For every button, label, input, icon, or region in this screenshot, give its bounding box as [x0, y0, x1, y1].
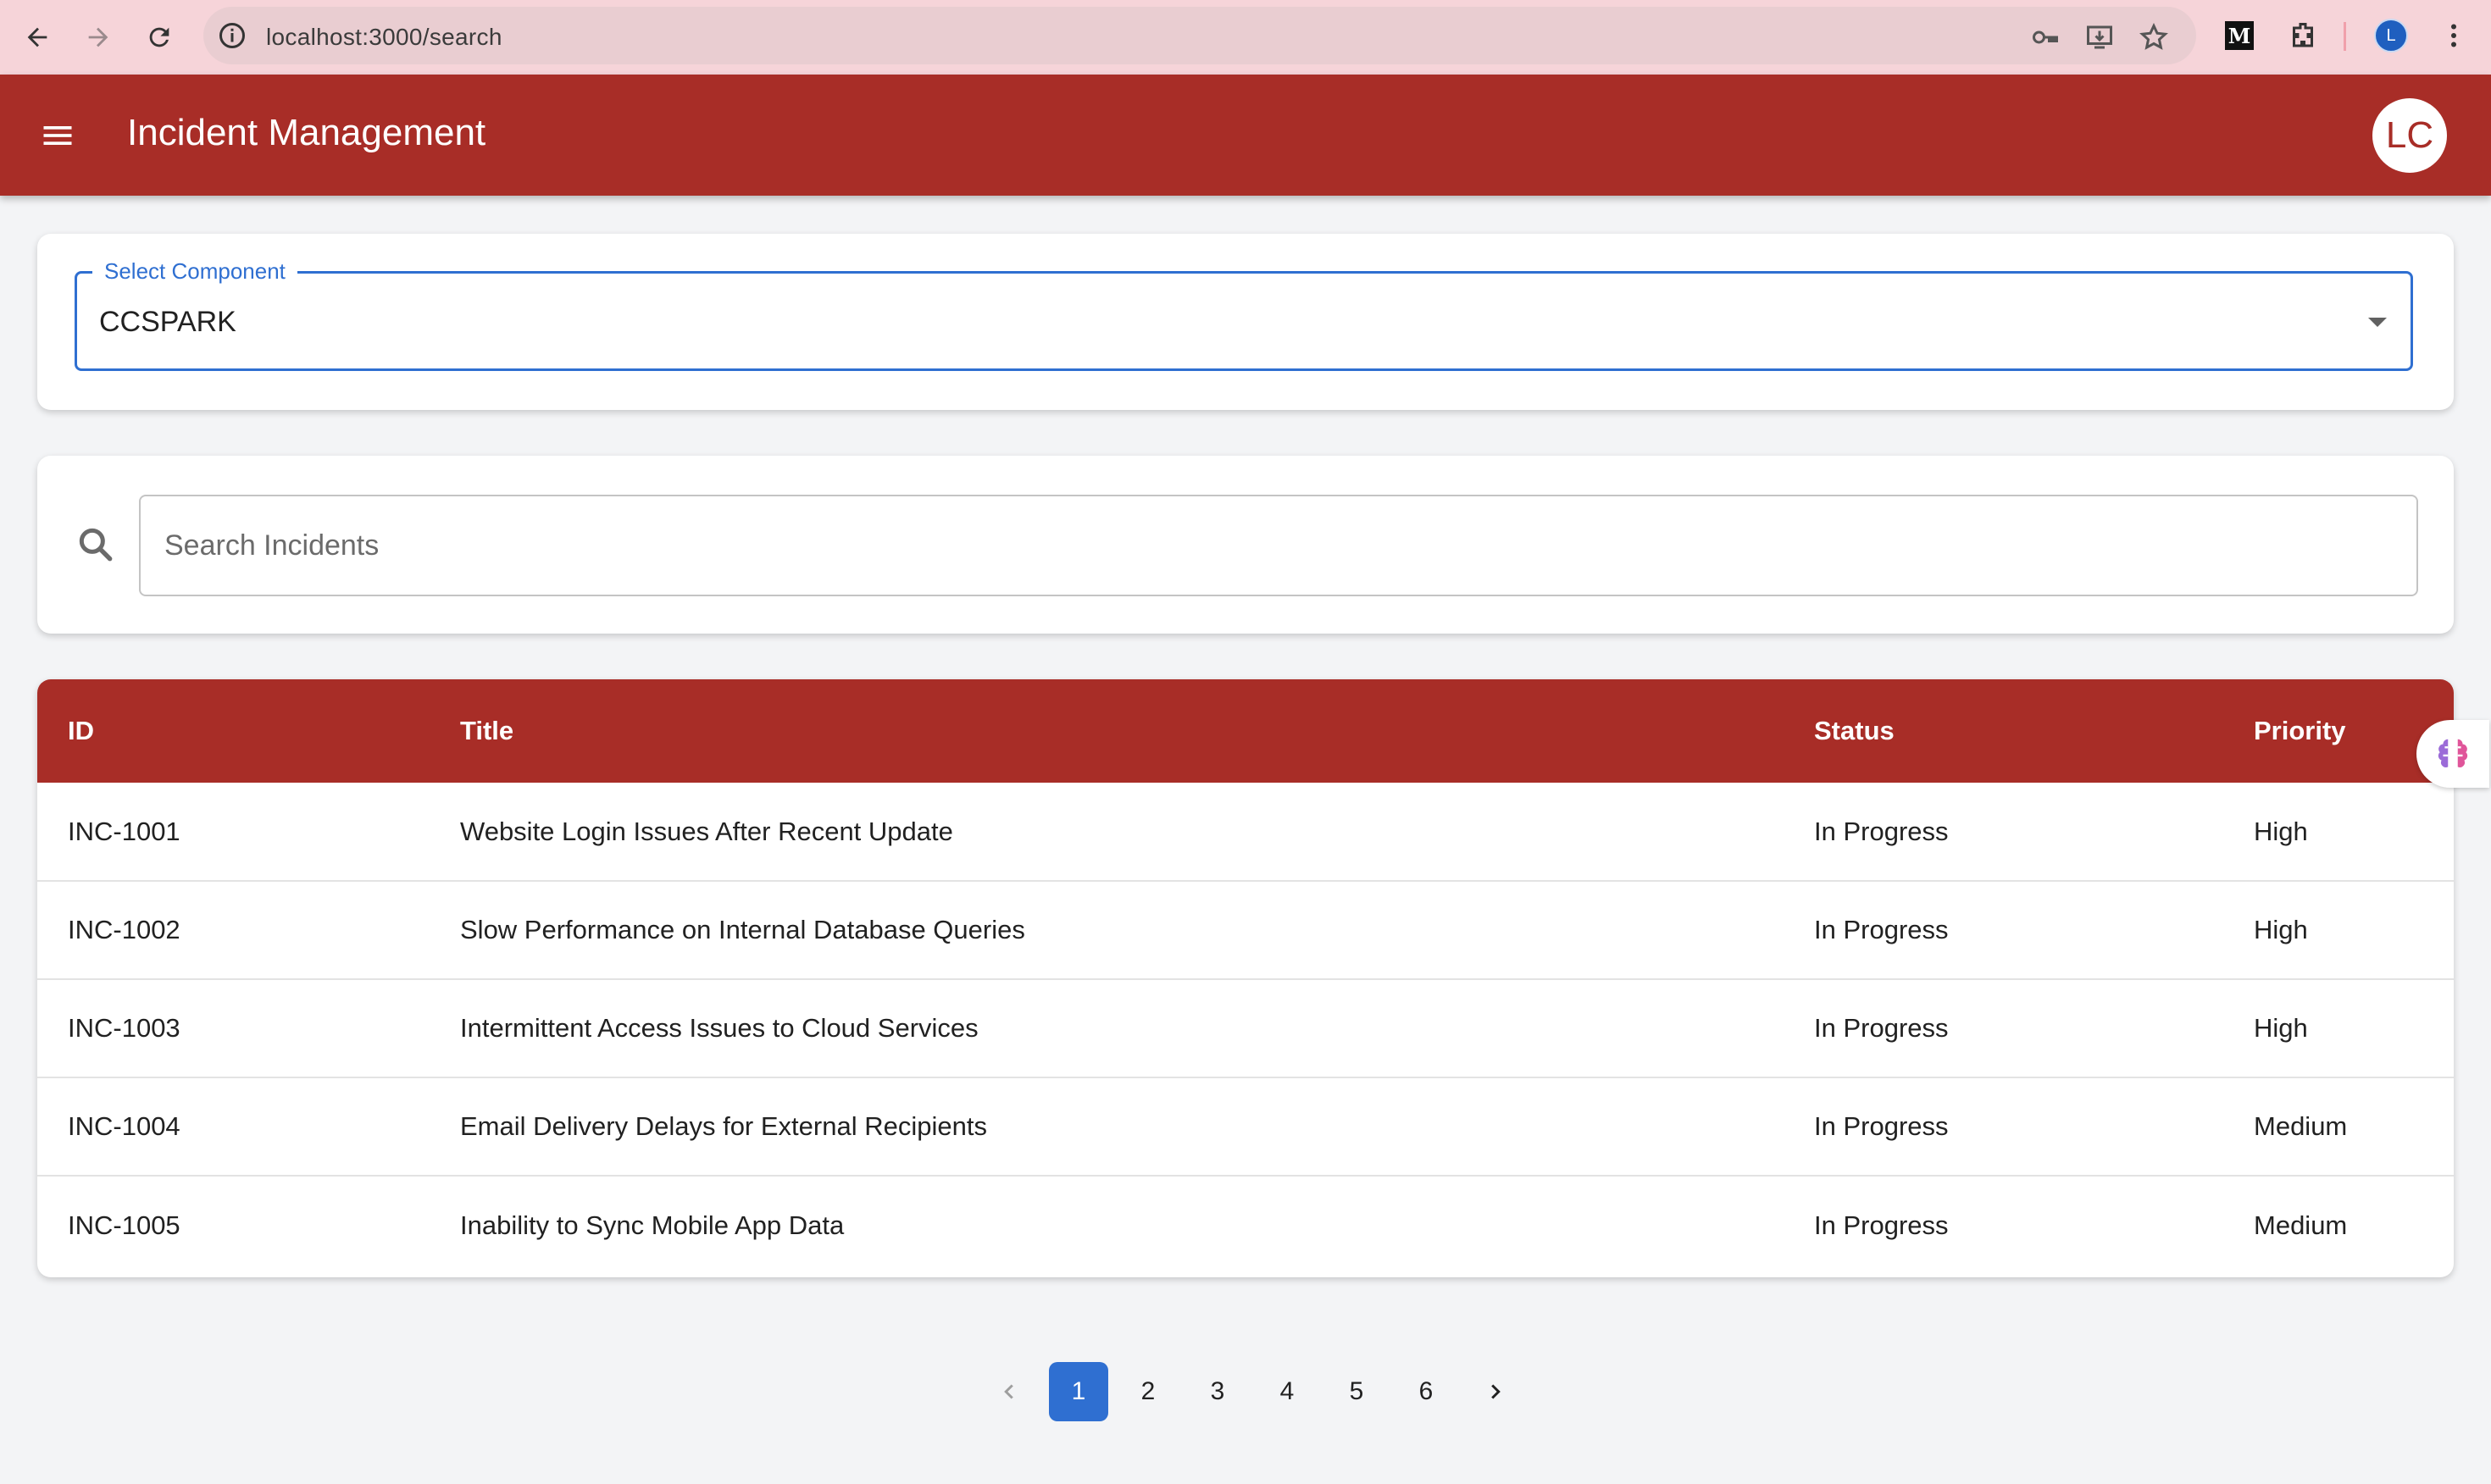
hamburger-menu-icon[interactable]: [39, 117, 76, 154]
cell-priority: High: [2254, 1013, 2308, 1043]
reload-icon: [149, 27, 169, 47]
cell-id: INC-1002: [68, 915, 180, 944]
cell-id: INC-1005: [68, 1210, 180, 1240]
search-card: [37, 456, 2454, 634]
header-title[interactable]: Title: [430, 679, 1784, 783]
more-vert-icon[interactable]: [2437, 19, 2471, 53]
next-page-button[interactable]: [1466, 1362, 1525, 1421]
profile-avatar[interactable]: L: [2374, 19, 2408, 53]
table-header-row: ID Title Status Priority: [37, 679, 2454, 783]
brain-assistant-button[interactable]: [2416, 720, 2489, 788]
page-button-1[interactable]: 1: [1049, 1362, 1108, 1421]
cell-priority: Medium: [2254, 1111, 2348, 1141]
component-select[interactable]: Select Component CCSPARK: [75, 258, 2413, 371]
header-id[interactable]: ID: [37, 679, 430, 783]
cell-title: Slow Performance on Internal Database Qu…: [460, 915, 1025, 944]
cell-priority: High: [2254, 816, 2308, 846]
browser-toolbar: localhost:3000/search M L: [0, 0, 2491, 75]
url-text[interactable]: localhost:3000/search: [266, 24, 502, 51]
incidents-table: ID Title Status Priority INC-1001 Websit…: [37, 679, 2454, 1274]
chevron-right-icon: [1491, 1384, 1501, 1399]
cell-id: INC-1004: [68, 1111, 180, 1141]
cell-id: INC-1001: [68, 816, 180, 846]
cell-title: Intermittent Access Issues to Cloud Serv…: [460, 1013, 979, 1043]
table-row[interactable]: INC-1001 Website Login Issues After Rece…: [37, 783, 2454, 881]
app-title: Incident Management: [127, 112, 486, 153]
page-button-3[interactable]: 3: [1188, 1362, 1247, 1421]
page-button-5[interactable]: 5: [1327, 1362, 1386, 1421]
table-row[interactable]: INC-1004 Email Delivery Delays for Exter…: [37, 1077, 2454, 1176]
arrow-left-icon: [27, 27, 47, 47]
install-app-icon[interactable]: [2084, 22, 2115, 53]
bookmark-star-icon[interactable]: [2139, 22, 2169, 53]
arrow-right-icon: [88, 27, 108, 47]
cell-id: INC-1003: [68, 1013, 180, 1043]
cell-title: Email Delivery Delays for External Recip…: [460, 1111, 987, 1141]
app-header: Incident Management LC: [0, 75, 2491, 196]
page-button-2[interactable]: 2: [1118, 1362, 1178, 1421]
address-bar[interactable]: localhost:3000/search: [203, 7, 2196, 64]
search-input[interactable]: [139, 495, 2418, 596]
table-row[interactable]: INC-1003 Intermittent Access Issues to C…: [37, 979, 2454, 1077]
cell-status: In Progress: [1814, 915, 1949, 944]
pagination: 1 2 3 4 5 6: [974, 1362, 1530, 1421]
cell-priority: High: [2254, 915, 2308, 944]
key-icon[interactable]: [2030, 22, 2061, 53]
header-status[interactable]: Status: [1784, 679, 2223, 783]
component-select-card: Select Component CCSPARK: [37, 234, 2454, 410]
extensions-icon[interactable]: [2286, 19, 2320, 53]
reload-button[interactable]: [137, 15, 181, 59]
dropdown-arrow-icon[interactable]: [2368, 318, 2387, 327]
cell-status: In Progress: [1814, 1111, 1949, 1141]
page-button-6[interactable]: 6: [1396, 1362, 1456, 1421]
previous-page-button[interactable]: [979, 1362, 1039, 1421]
cell-status: In Progress: [1814, 1210, 1949, 1240]
brain-icon: [2438, 739, 2468, 767]
chevron-left-icon: [1004, 1384, 1013, 1399]
toolbar-divider: [2344, 22, 2346, 51]
forward-button[interactable]: [76, 15, 120, 59]
cell-title: Inability to Sync Mobile App Data: [460, 1210, 845, 1240]
cell-status: In Progress: [1814, 1013, 1949, 1043]
user-avatar[interactable]: LC: [2372, 98, 2447, 173]
incidents-table-card: ID Title Status Priority INC-1001 Websit…: [37, 679, 2454, 1277]
select-label: Select Component: [92, 258, 297, 285]
info-icon[interactable]: [217, 20, 247, 51]
cell-title: Website Login Issues After Recent Update: [460, 816, 953, 846]
table-row[interactable]: INC-1002 Slow Performance on Internal Da…: [37, 881, 2454, 979]
table-row[interactable]: INC-1005 Inability to Sync Mobile App Da…: [37, 1176, 2454, 1274]
search-icon: [79, 528, 113, 562]
medium-extension-icon[interactable]: M: [2225, 21, 2254, 50]
select-value[interactable]: CCSPARK: [99, 306, 236, 339]
cell-priority: Medium: [2254, 1210, 2348, 1240]
page-button-4[interactable]: 4: [1257, 1362, 1317, 1421]
back-button[interactable]: [15, 15, 59, 59]
cell-status: In Progress: [1814, 816, 1949, 846]
